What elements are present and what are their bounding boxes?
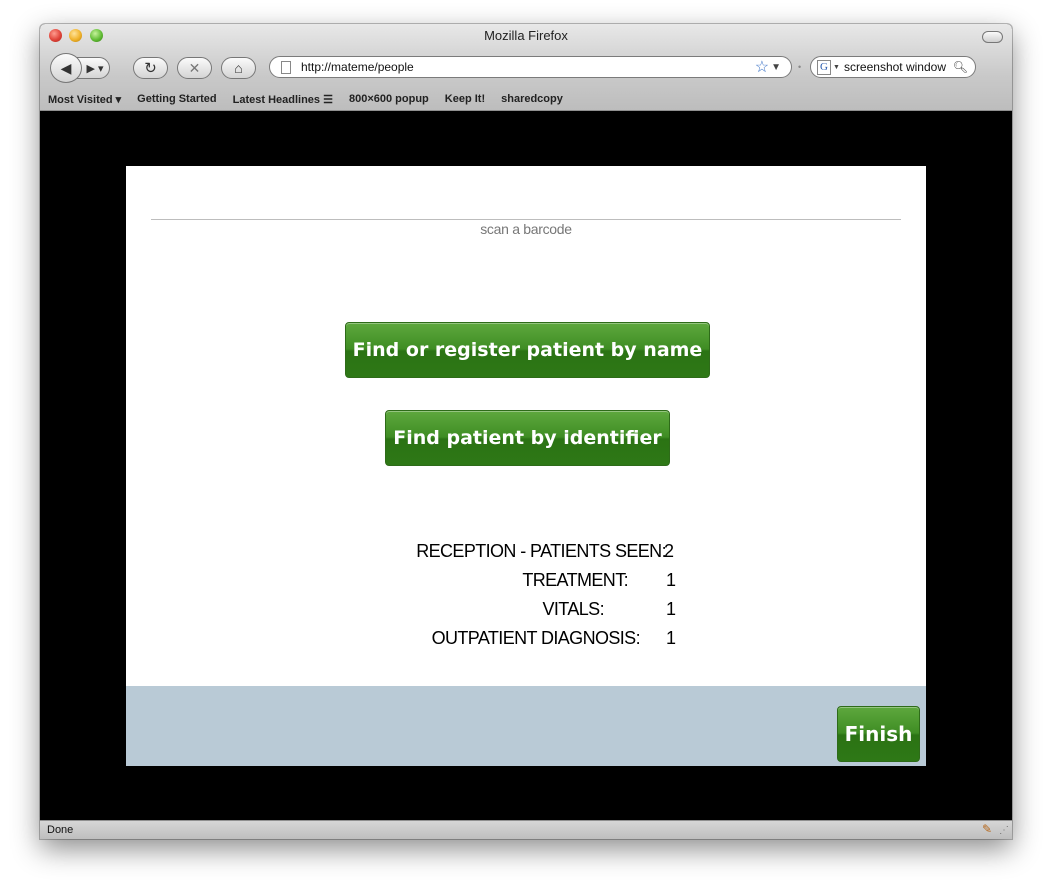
search-bar[interactable]: G ▼ screenshot window 🔍︎ — [810, 56, 976, 78]
bookmark-getting-started[interactable]: Getting Started — [137, 93, 216, 105]
addon-status-icon[interactable]: ✎ — [982, 822, 992, 836]
search-icon[interactable]: 🔍︎ — [953, 60, 968, 74]
stat-label: VITALS: — [542, 599, 605, 619]
status-text: Done — [47, 824, 74, 836]
page-content: scan a barcode Find or register patient … — [40, 111, 1012, 820]
browser-window: Mozilla Firefox ◀ ▶ ▾ ↻ ✕ ⌂ http://matem… — [40, 24, 1012, 839]
search-input[interactable]: screenshot window — [844, 60, 953, 74]
stat-label: TREATMENT: — [522, 570, 628, 590]
app-panel: scan a barcode Find or register patient … — [126, 166, 926, 766]
bookmark-most-visited[interactable]: Most Visited ▾ — [48, 93, 121, 106]
bookmark-keep-it[interactable]: Keep It! — [445, 93, 485, 105]
engine-dropdown-icon[interactable]: ▼ — [833, 64, 840, 71]
finish-button[interactable]: Finish — [837, 706, 920, 762]
stat-row: RECEPTION - PATIENTS SEEN: 2 — [126, 541, 926, 569]
reload-icon: ↻ — [144, 60, 157, 77]
main-panel: scan a barcode Find or register patient … — [126, 166, 926, 686]
titlebar: Mozilla Firefox ◀ ▶ ▾ ↻ ✕ ⌂ http://matem… — [40, 24, 1012, 111]
stop-button[interactable]: ✕ — [177, 57, 212, 79]
scan-barcode-label: scan a barcode — [480, 221, 572, 237]
stat-row: TREATMENT: 1 — [126, 570, 926, 598]
page-icon — [281, 60, 291, 74]
url-dropdown-icon[interactable]: ▼ — [771, 62, 781, 73]
google-engine-icon[interactable]: G — [817, 59, 831, 75]
bookmark-star-icon[interactable]: ☆ — [755, 57, 769, 77]
divider — [151, 219, 901, 220]
stat-value: 2 — [664, 541, 674, 561]
resize-grip-icon[interactable]: ⋰ — [999, 825, 1009, 836]
toolbar-toggle-button[interactable] — [982, 31, 1003, 43]
bookmark-latest-headlines[interactable]: Latest Headlines ☰ — [233, 93, 333, 106]
home-button[interactable]: ⌂ — [221, 57, 256, 79]
separator-dot: • — [798, 62, 802, 72]
find-by-identifier-button[interactable]: Find patient by identifier — [385, 410, 670, 466]
reload-button[interactable]: ↻ — [133, 57, 168, 79]
url-bar[interactable]: http://mateme/people ☆ ▼ — [269, 56, 792, 78]
stop-icon: ✕ — [188, 59, 201, 76]
bookmark-sharedcopy[interactable]: sharedcopy — [501, 93, 563, 105]
back-button[interactable]: ◀ — [50, 53, 82, 83]
url-input[interactable]: http://mateme/people — [301, 60, 755, 74]
stat-label: RECEPTION - PATIENTS SEEN: — [416, 541, 666, 561]
bookmarks-toolbar: Most Visited ▾ Getting Started Latest He… — [40, 88, 571, 110]
stat-label: OUTPATIENT DIAGNOSIS: — [431, 628, 641, 648]
stat-value: 1 — [666, 599, 676, 619]
stat-value: 1 — [666, 570, 676, 590]
window-title: Mozilla Firefox — [484, 28, 568, 43]
stat-value: 1 — [666, 628, 676, 648]
footer-bar: Finish — [126, 686, 926, 766]
forward-arrow-icon: ▶ ▾ — [86, 62, 104, 75]
stat-row: VITALS: 1 — [126, 599, 926, 627]
find-register-by-name-button[interactable]: Find or register patient by name — [345, 322, 710, 378]
status-bar: Done ✎ ⋰ — [40, 820, 1012, 839]
home-icon: ⌂ — [234, 60, 243, 76]
back-arrow-icon: ◀ — [60, 59, 72, 76]
bookmark-popup[interactable]: 800×600 popup — [349, 93, 429, 105]
stat-row: OUTPATIENT DIAGNOSIS: 1 — [126, 628, 926, 656]
